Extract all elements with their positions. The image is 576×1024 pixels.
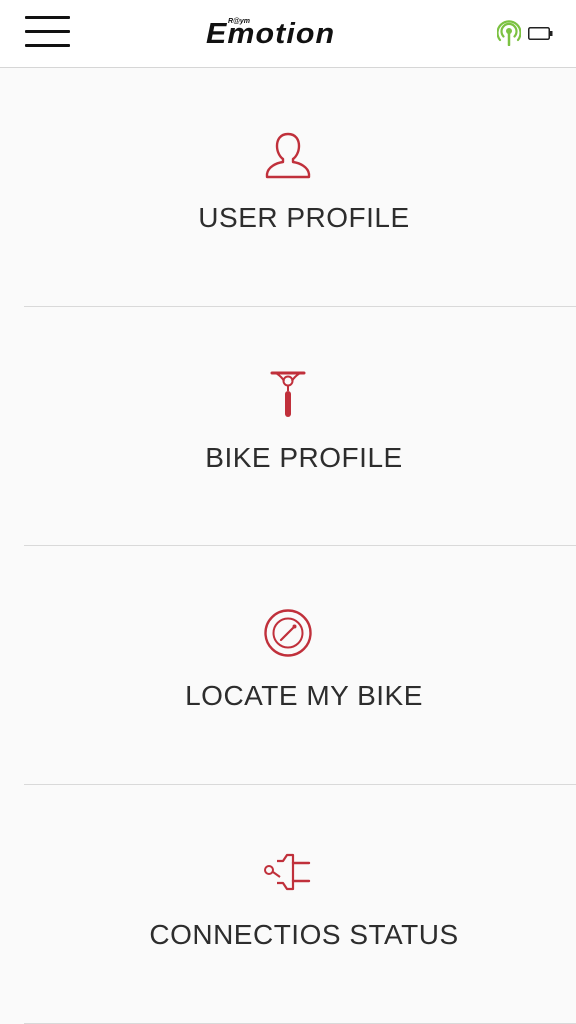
compass-icon (264, 609, 312, 657)
menu-item-label: LOCATE MY BIKE (185, 680, 423, 711)
menu-item-bike-profile[interactable]: BIKE PROFILE (0, 307, 576, 546)
signal-broadcast-icon (497, 20, 521, 46)
menu-line (25, 16, 70, 19)
hamburger-menu-icon[interactable] (22, 14, 74, 52)
menu-item-label: BIKE PROFILE (205, 442, 403, 473)
plug-icon (264, 853, 311, 891)
menu-item-label: CONNECTIOS STATUS (149, 919, 459, 950)
app-screen: R@ym Emotion USER PROFILE BIKE PROFILE L… (0, 0, 576, 1024)
menu-line (25, 44, 70, 47)
top-bar: R@ym Emotion (0, 0, 576, 68)
menu-item-user-profile[interactable]: USER PROFILE (0, 68, 576, 307)
app-logo: R@ym Emotion (204, 18, 374, 52)
main-menu: USER PROFILE BIKE PROFILE LOCATE MY BIKE (0, 68, 576, 1024)
logo-text: Emotion (206, 18, 336, 50)
bike-icon (270, 371, 306, 417)
menu-item-locate-my-bike[interactable]: LOCATE MY BIKE (0, 546, 576, 785)
menu-line (25, 30, 70, 33)
menu-item-label: USER PROFILE (198, 202, 410, 233)
menu-item-connections-status[interactable]: CONNECTIOS STATUS (0, 785, 576, 1024)
battery-icon (528, 27, 553, 40)
user-icon (265, 132, 311, 179)
